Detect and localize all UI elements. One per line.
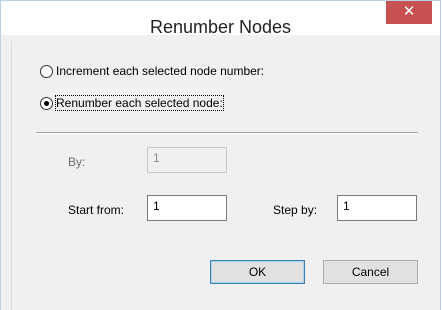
separator-line: [36, 132, 418, 134]
title-bar: Renumber Nodes ✕: [1, 1, 440, 37]
increment-radio-option[interactable]: Increment each selected node number:: [40, 62, 264, 80]
cancel-button[interactable]: Cancel: [323, 260, 418, 284]
renumber-radio-button[interactable]: [40, 96, 53, 110]
close-button[interactable]: ✕: [386, 1, 432, 24]
by-input: 1: [147, 147, 227, 173]
by-label: By:: [68, 155, 86, 169]
start-from-label: Start from:: [68, 203, 125, 217]
renumber-radio-option[interactable]: Renumber each selected node:: [40, 94, 224, 112]
dialog-title: Renumber Nodes: [149, 17, 292, 37]
close-icon: ✕: [402, 3, 416, 20]
ok-button[interactable]: OK: [210, 260, 305, 284]
start-from-input[interactable]: 1: [147, 195, 227, 221]
step-by-input[interactable]: 1: [337, 195, 417, 221]
step-by-label: Step by:: [273, 203, 318, 217]
renumber-radio-label[interactable]: Renumber each selected node:: [55, 95, 224, 111]
increment-radio-button[interactable]: [40, 64, 53, 78]
increment-radio-label[interactable]: Increment each selected node number:: [56, 64, 264, 78]
